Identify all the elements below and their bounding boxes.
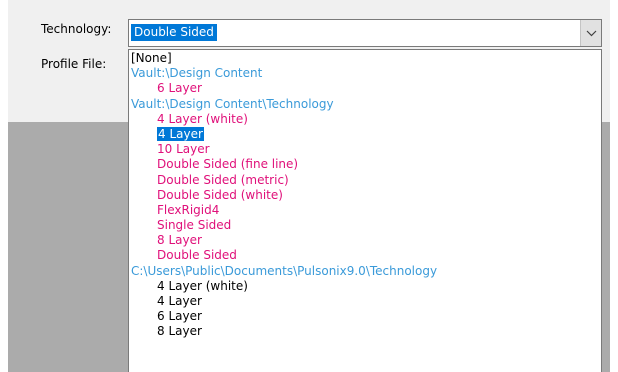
dialog-left-margin (0, 0, 8, 122)
dropdown-item-label: Double Sided (fine line) (157, 157, 299, 172)
dropdown-item-label: [None] (131, 51, 172, 65)
dropdown-item[interactable]: 4 Layer (white) (129, 279, 601, 294)
technology-combobox[interactable]: Double Sided (128, 19, 602, 47)
right-margin (610, 0, 618, 372)
dropdown-item-label: Double Sided (metric) (157, 172, 289, 187)
dropdown-item[interactable]: 6 Layer (129, 309, 601, 324)
dropdown-item-label: Double Sided (157, 248, 237, 263)
dropdown-item-label: Vault:\Design Content\Technology (131, 96, 334, 111)
dropdown-item-label: 8 Layer (157, 324, 202, 339)
dropdown-item[interactable]: Double Sided (129, 248, 601, 263)
technology-dropdown-list[interactable]: [None] Vault:\Design Content 6 Layer Vault:… (128, 49, 602, 372)
technology-selected-value: Double Sided (131, 24, 217, 41)
dropdown-item-label: 6 Layer (157, 81, 202, 96)
dropdown-group-header[interactable]: Vault:\Design Content\Technology (129, 97, 601, 112)
technology-dropdown-button[interactable] (580, 20, 601, 46)
dropdown-group-header[interactable]: Vault:\Design Content (129, 66, 601, 81)
dropdown-item-label: 4 Layer (white) (157, 111, 248, 126)
dropdown-item-label: 4 Layer (157, 294, 202, 308)
dropdown-item[interactable]: 6 Layer (129, 81, 601, 96)
dropdown-item[interactable]: Single Sided (129, 218, 601, 233)
dropdown-item[interactable]: Double Sided (white) (129, 188, 601, 203)
dropdown-group-header[interactable]: C:\Users\Public\Documents\Pulsonix9.0\Te… (129, 264, 601, 279)
dropdown-item[interactable]: [None] (129, 51, 601, 66)
dropdown-item[interactable]: 4 Layer (129, 126, 601, 142)
dropdown-item[interactable]: 4 Layer (white) (129, 112, 601, 127)
dropdown-item[interactable]: 4 Layer (129, 294, 601, 309)
dropdown-item-label: C:\Users\Public\Documents\Pulsonix9.0\Te… (131, 263, 438, 278)
dropdown-item-label: FlexRigid4 (157, 202, 220, 217)
dropdown-item[interactable]: 8 Layer (129, 233, 601, 248)
left-margin (0, 122, 8, 372)
dropdown-item-label: Vault:\Design Content (131, 66, 263, 81)
dropdown-item-label: Single Sided (157, 218, 232, 233)
profile-file-label: Profile File: (41, 57, 107, 71)
dropdown-item[interactable]: 8 Layer (129, 324, 601, 339)
dropdown-item-label: 4 Layer (157, 126, 204, 141)
dropdown-item-label: Double Sided (white) (157, 187, 283, 202)
dropdown-item[interactable]: Double Sided (metric) (129, 173, 601, 188)
dropdown-item[interactable]: 10 Layer (129, 142, 601, 157)
chevron-down-icon (586, 26, 597, 40)
dropdown-items: [None] Vault:\Design Content 6 Layer Vault:… (129, 51, 601, 340)
dropdown-item[interactable]: FlexRigid4 (129, 203, 601, 218)
dropdown-item-label: 4 Layer (white) (157, 278, 248, 293)
dropdown-item-label: 10 Layer (157, 142, 210, 157)
dropdown-item-label: 6 Layer (157, 309, 202, 324)
dropdown-item[interactable]: Double Sided (fine line) (129, 157, 601, 172)
dropdown-item-label: 8 Layer (157, 233, 202, 248)
technology-label: Technology: (41, 22, 112, 36)
